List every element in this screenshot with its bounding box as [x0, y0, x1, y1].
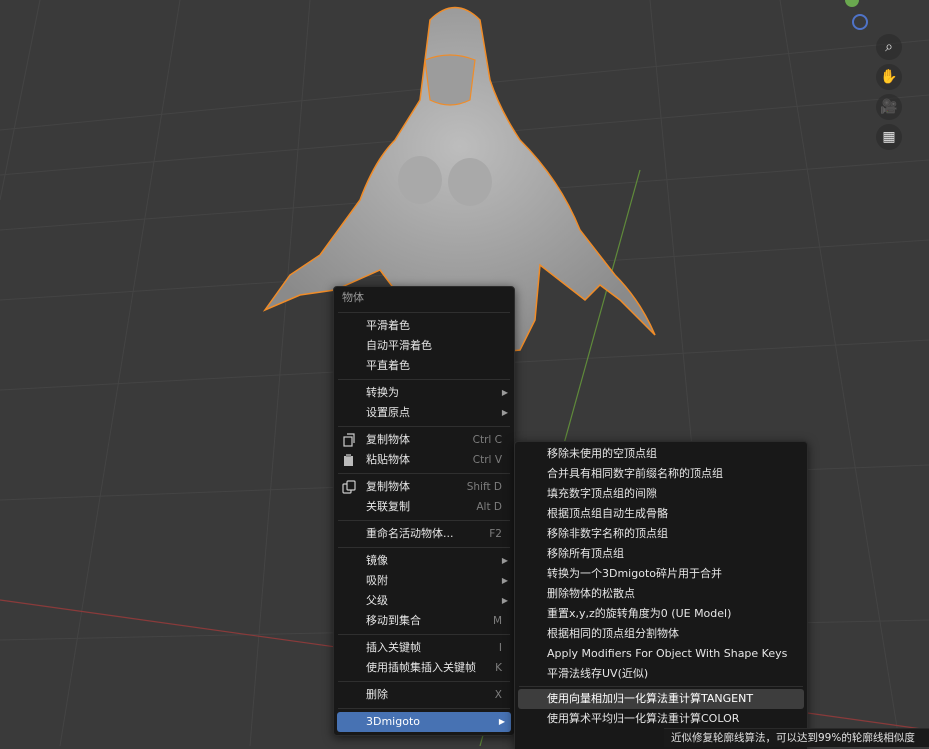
- submenu-arrow-icon: ▶: [498, 717, 505, 726]
- menu-item-move-to-collection[interactable]: 移动到集合 M: [334, 611, 514, 631]
- menu-item-delete[interactable]: 删除 X: [334, 685, 514, 705]
- menu-item-convert-to[interactable]: 转换为 ▶: [334, 383, 514, 403]
- camera-icon[interactable]: 🎥: [876, 94, 902, 120]
- menu-item-snap[interactable]: 吸附 ▶: [334, 571, 514, 591]
- divider: [338, 634, 510, 635]
- submenu-item[interactable]: 转换为一个3Dmigoto碎片用于合并: [515, 564, 807, 584]
- menu-item-set-origin[interactable]: 设置原点 ▶: [334, 403, 514, 423]
- menu-item-paste-object[interactable]: 粘贴物体 Ctrl V: [334, 450, 514, 470]
- menu-item-duplicate-object[interactable]: 复制物体 Shift D: [334, 477, 514, 497]
- menu-item-insert-keyframe[interactable]: 插入关键帧 I: [334, 638, 514, 658]
- submenu-item[interactable]: 移除所有顶点组: [515, 544, 807, 564]
- menu-item-flat-shade[interactable]: 平直着色: [334, 356, 514, 376]
- divider: [338, 708, 510, 709]
- divider: [338, 312, 510, 313]
- divider: [338, 473, 510, 474]
- menu-title: 物体: [342, 291, 364, 304]
- submenu-arrow-icon: ▶: [501, 556, 508, 565]
- menu-item-smooth-shade[interactable]: 平滑着色: [334, 316, 514, 336]
- submenu-arrow-icon: ▶: [501, 576, 508, 585]
- submenu-item[interactable]: 删除物体的松散点: [515, 584, 807, 604]
- menu-item-3dmigoto[interactable]: 3Dmigoto ▶: [337, 712, 511, 732]
- divider: [338, 379, 510, 380]
- divider: [338, 426, 510, 427]
- menu-item-parent[interactable]: 父级 ▶: [334, 591, 514, 611]
- submenu-arrow-icon: ▶: [501, 388, 508, 397]
- submenu-arrow-icon: ▶: [501, 596, 508, 605]
- divider: [338, 681, 510, 682]
- menu-item-rename-active[interactable]: 重命名活动物体... F2: [334, 524, 514, 544]
- submenu-item[interactable]: 移除非数字名称的顶点组: [515, 524, 807, 544]
- submenu-item[interactable]: 根据顶点组自动生成骨骼: [515, 504, 807, 524]
- object-context-menu: 物体 平滑着色 自动平滑着色 平直着色 转换为 ▶ 设置原点 ▶ 复制物体 Ctrl …: [333, 286, 515, 736]
- submenu-item[interactable]: 重置x,y,z的旋转角度为0 (UE Model): [515, 604, 807, 624]
- menu-item-insert-keyframe-keying-set[interactable]: 使用插帧集插入关键帧 K: [334, 658, 514, 678]
- 3dmigoto-submenu: 移除未使用的空顶点组 合并具有相同数字前缀名称的顶点组 填充数字顶点组的间隙 根…: [514, 441, 808, 749]
- submenu-item[interactable]: 填充数字顶点组的间隙: [515, 484, 807, 504]
- paste-icon: [344, 454, 353, 466]
- submenu-item[interactable]: 移除未使用的空顶点组: [515, 444, 807, 464]
- zoom-icon[interactable]: ⌕: [876, 34, 902, 60]
- menu-item-auto-smooth[interactable]: 自动平滑着色: [334, 336, 514, 356]
- menu-item-mirror[interactable]: 镜像 ▶: [334, 551, 514, 571]
- tooltip: 近似修复轮廓线算法，可以达到99%的轮廓线相似度: [664, 728, 929, 747]
- copy-icon: [343, 433, 355, 447]
- divider: [519, 686, 803, 687]
- duplicate-icon: [342, 480, 356, 494]
- hand-pan-icon[interactable]: ✋: [876, 64, 902, 90]
- submenu-item[interactable]: Apply Modifiers For Object With Shape Ke…: [515, 644, 807, 664]
- submenu-item-recalc-color[interactable]: 使用算术平均归一化算法重计算COLOR: [515, 709, 807, 729]
- submenu-item[interactable]: 根据相同的顶点组分割物体: [515, 624, 807, 644]
- submenu-item-recalc-tangent[interactable]: 使用向量相加归一化算法重计算TANGENT: [518, 689, 804, 709]
- submenu-item[interactable]: 合并具有相同数字前缀名称的顶点组: [515, 464, 807, 484]
- gizmo-axis-green: [845, 0, 859, 7]
- divider: [338, 520, 510, 521]
- gizmo-axis-blue: [852, 14, 868, 30]
- divider: [338, 547, 510, 548]
- submenu-item[interactable]: 平滑法线存UV(近似): [515, 664, 807, 684]
- menu-item-linked-duplicate[interactable]: 关联复制 Alt D: [334, 497, 514, 517]
- grid-icon[interactable]: ▦: [876, 124, 902, 150]
- menu-item-copy-object[interactable]: 复制物体 Ctrl C: [334, 430, 514, 450]
- submenu-arrow-icon: ▶: [501, 408, 508, 417]
